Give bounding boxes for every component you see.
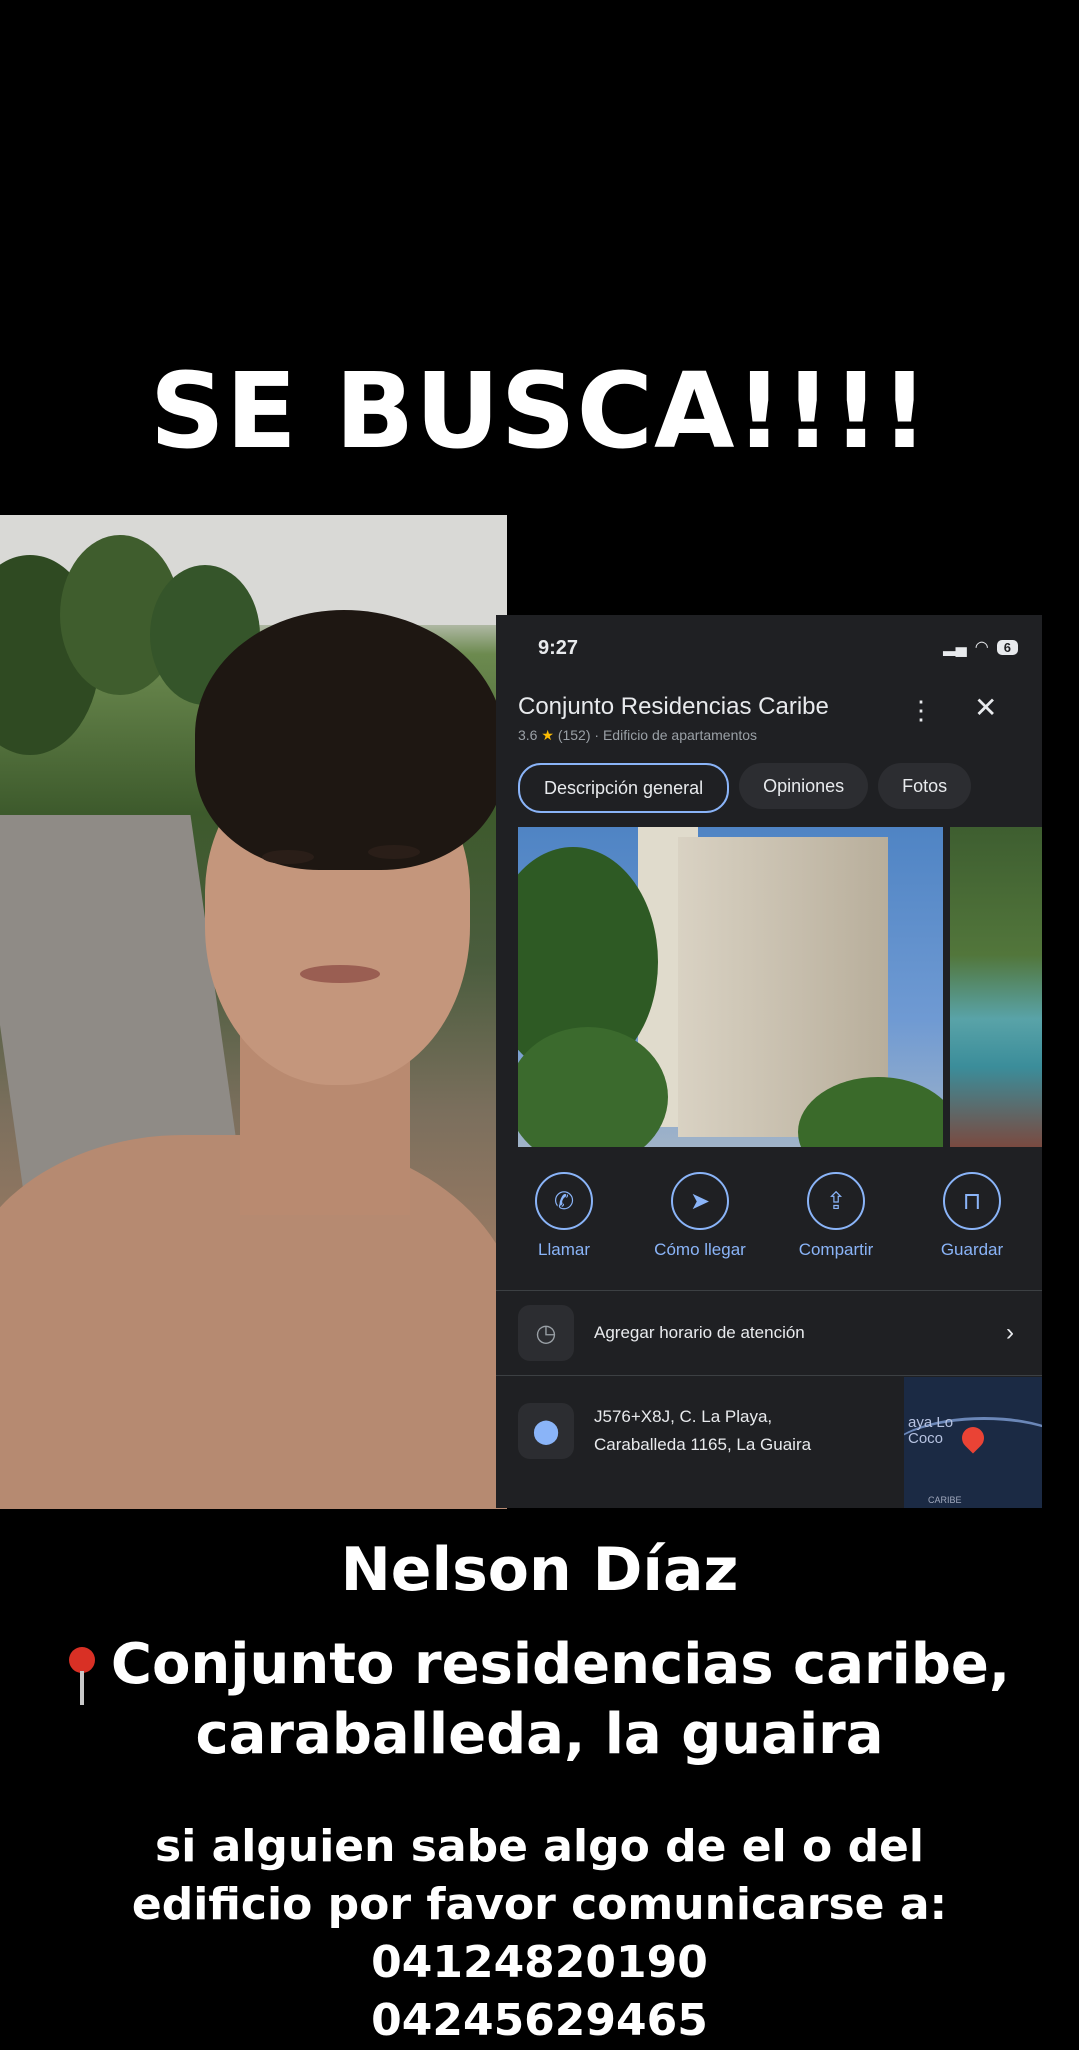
review-count: (152) xyxy=(557,727,591,743)
chevron-right-icon: › xyxy=(1006,1319,1014,1346)
hours-row[interactable]: ◷ Agregar horario de atención › xyxy=(518,1305,1042,1361)
place-subtitle: 3.6 ★ (152) · Edificio de apartamentos xyxy=(518,727,757,744)
divider xyxy=(496,1290,1042,1291)
divider xyxy=(496,1375,1042,1376)
battery-icon: 6 xyxy=(996,639,1018,655)
tab-bar: Descripción general Opiniones Fotos xyxy=(518,763,972,813)
map-sea-label: CARIBE xyxy=(928,1495,962,1505)
address: J576+X8J, C. La Playa, Caraballeda 1165,… xyxy=(594,1403,811,1459)
save-button[interactable]: ⊓ Guardar xyxy=(904,1172,1040,1260)
tab-overview[interactable]: Descripción general xyxy=(518,763,730,813)
pool-photo[interactable] xyxy=(950,827,1042,1147)
mini-map[interactable]: aya Lo Coco CARIBE xyxy=(904,1377,1042,1508)
contact-message: si alguien sabe algo de el o del edifici… xyxy=(0,1818,1079,2050)
maps-screenshot: 9:27 ▂▄ ◠ 6 Conjunto Residencias Caribe … xyxy=(496,615,1042,1508)
location-line-2: caraballeda, la guaira xyxy=(195,1702,884,1767)
phone-icon: ✆ xyxy=(535,1172,593,1230)
wifi-icon: ◠ xyxy=(974,639,989,656)
rating: 3.6 xyxy=(518,727,538,743)
tab-photos[interactable]: Fotos xyxy=(878,763,972,809)
location-line-1: Conjunto residencias caribe, xyxy=(110,1632,1011,1697)
phone-number-2: 04245629465 xyxy=(371,1995,708,2046)
call-button[interactable]: ✆ Llamar xyxy=(496,1172,632,1260)
missing-person-name: Nelson Díaz xyxy=(340,1535,739,1605)
person-photo xyxy=(0,515,507,1509)
clock-icon: ◷ xyxy=(518,1305,574,1361)
directions-button[interactable]: ➤ Cómo llegar xyxy=(632,1172,768,1260)
message-line-1: si alguien sabe algo de el o del xyxy=(155,1821,924,1872)
message-line-2: edificio por favor comunicarse a: xyxy=(131,1879,948,1930)
status-time: 9:27 xyxy=(538,637,579,659)
building-photo[interactable] xyxy=(518,827,943,1147)
hours-label: Agregar horario de atención xyxy=(594,1323,805,1342)
phone-number-1: 04124820190 xyxy=(371,1937,708,1988)
pushpin-icon xyxy=(68,1647,95,1705)
more-vert-icon[interactable]: ⋮ xyxy=(908,695,934,726)
tab-reviews[interactable]: Opiniones xyxy=(739,763,869,809)
location-pin-icon: ⬤ xyxy=(518,1403,574,1459)
headline: SE BUSCA!!!! xyxy=(149,350,930,472)
star-icon: ★ xyxy=(541,727,554,743)
address-line-1: J576+X8J, C. La Playa, xyxy=(594,1407,773,1426)
place-title: Conjunto Residencias Caribe xyxy=(518,693,829,720)
directions-label: Cómo llegar xyxy=(654,1240,746,1259)
address-line-2: Caraballeda 1165, La Guaira xyxy=(594,1435,812,1454)
signal-icon: ▂▄ xyxy=(943,639,967,656)
share-label: Compartir xyxy=(798,1240,874,1259)
photo-gallery[interactable] xyxy=(518,827,1042,1147)
directions-icon: ➤ xyxy=(671,1172,729,1230)
share-button[interactable]: ⇪ Compartir xyxy=(768,1172,904,1260)
category: Edificio de apartamentos xyxy=(602,727,758,743)
call-label: Llamar xyxy=(538,1240,590,1259)
action-bar: ✆ Llamar ➤ Cómo llegar ⇪ Compartir ⊓ Gua… xyxy=(496,1172,1042,1260)
map-label: aya Lo Coco xyxy=(908,1415,953,1447)
location-text: Conjunto residencias caribe, caraballeda… xyxy=(0,1630,1079,1770)
bookmark-icon: ⊓ xyxy=(943,1172,1001,1230)
close-icon[interactable]: ✕ xyxy=(974,691,997,724)
map-label-line-2: Coco xyxy=(908,1430,944,1447)
status-icons: ▂▄ ◠ 6 xyxy=(943,637,1018,657)
map-label-line-1: aya Lo xyxy=(908,1414,954,1431)
separator: · xyxy=(594,727,600,743)
save-label: Guardar xyxy=(940,1240,1004,1259)
share-icon: ⇪ xyxy=(807,1172,865,1230)
